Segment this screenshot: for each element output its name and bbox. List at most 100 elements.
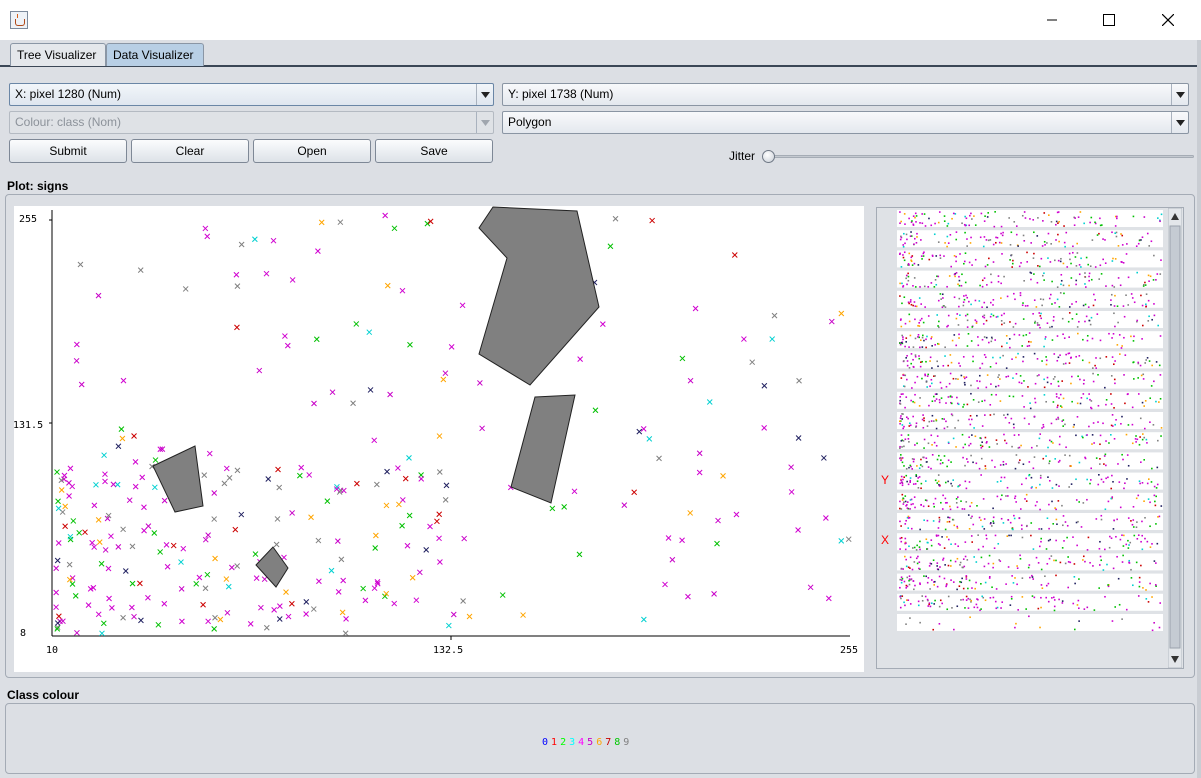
matrix-point [1046,562,1049,565]
data-point [223,465,230,472]
submit-button[interactable]: Submit [9,139,127,163]
matrix-cell[interactable] [897,452,1163,470]
matrix-point [1111,474,1113,477]
matrix-cell[interactable] [897,593,1163,611]
matrix-point [989,366,992,368]
matrix-point [1020,524,1023,527]
x-axis-select[interactable]: X: pixel 1280 (Num) [9,83,494,106]
matrix-point [1117,577,1120,580]
matrix-point [981,306,983,308]
y-axis-select[interactable]: Y: pixel 1738 (Num) [502,83,1189,106]
matrix-point [1012,528,1014,531]
jitter-slider-thumb[interactable] [762,150,775,163]
class-label-3[interactable]: 3 [569,737,575,748]
matrix-point [920,239,922,241]
matrix-point [943,220,946,222]
matrix-point [1076,604,1079,606]
matrix-point [1029,402,1031,404]
data-point [838,310,845,317]
matrix-point [1014,467,1017,470]
matrix-point [964,314,967,317]
scrollbar-thumb[interactable] [1169,225,1181,649]
matrix-point [939,599,942,602]
class-label-9[interactable]: 9 [623,737,629,748]
class-label-0[interactable]: 0 [542,737,548,748]
tab-tree-visualizer[interactable]: Tree Visualizer [10,43,106,66]
data-point [138,617,144,624]
tab-data-visualizer[interactable]: Data Visualizer [106,43,204,66]
scatter-matrix[interactable] [877,208,1167,668]
matrix-point [934,479,937,482]
matrix-point [1043,272,1045,275]
save-button[interactable]: Save [375,139,493,163]
matrix-point [977,336,979,338]
data-point [70,518,77,524]
selection-polygon[interactable] [255,546,289,588]
data-point [477,380,483,386]
jitter-slider[interactable] [768,155,1194,158]
data-point [118,426,125,432]
matrix-point [900,266,903,268]
matrix-cell[interactable] [897,513,1163,530]
class-label-2[interactable]: 2 [560,737,566,748]
matrix-point [988,446,991,448]
close-icon[interactable] [1146,6,1190,34]
matrix-point [1008,338,1011,340]
matrix-cell[interactable] [897,614,1163,631]
matrix-point [909,579,912,581]
class-label-1[interactable]: 1 [551,737,557,748]
chevron-down-icon[interactable] [476,84,493,105]
matrix-cell[interactable] [897,250,1163,268]
scatter-plot-canvas[interactable]: 255 131.5 8 10 132.5 255 [13,206,864,672]
matrix-cell[interactable] [897,311,1163,328]
matrix-point [901,499,904,501]
matrix-point [913,546,916,549]
chevron-down-icon[interactable] [1171,84,1188,105]
matrix-point [1037,607,1040,610]
matrix-point [1084,560,1086,563]
matrix-scrollbar[interactable] [1167,207,1183,669]
matrix-cell[interactable] [897,371,1163,389]
matrix-cell[interactable] [897,432,1163,450]
matrix-cell[interactable] [897,573,1163,591]
class-label-6[interactable]: 6 [596,737,602,748]
class-label-7[interactable]: 7 [605,737,611,748]
data-point [69,581,76,587]
matrix-point [985,239,988,241]
matrix-point [917,477,920,479]
data-point [263,624,270,631]
matrix-point [948,520,951,523]
matrix-cell[interactable] [897,351,1163,369]
maximize-icon[interactable] [1087,6,1131,34]
class-label-4[interactable]: 4 [578,737,584,748]
shape-select[interactable]: Polygon [502,111,1189,134]
matrix-point [1141,304,1144,307]
matrix-point [1158,401,1160,403]
open-button[interactable]: Open [253,139,371,163]
matrix-point [997,542,1000,545]
matrix-point [992,261,995,263]
matrix-point [899,295,901,297]
matrix-cell[interactable] [897,290,1163,308]
matrix-point [1068,486,1070,488]
matrix-point [922,414,924,416]
minimize-icon[interactable] [1030,6,1074,34]
scatter-plot[interactable]: 255 131.5 8 10 132.5 255 [13,206,864,672]
selection-polygon[interactable] [510,394,576,504]
matrix-point [964,443,966,446]
matrix-point [934,279,937,281]
matrix-point [1054,507,1056,509]
chevron-down-icon[interactable] [1171,112,1188,133]
data-point [343,616,349,622]
matrix-point [910,362,913,365]
class-label-8[interactable]: 8 [614,737,620,748]
matrix-point [1121,618,1123,620]
matrix-cell[interactable] [897,492,1163,510]
matrix-point [946,245,948,248]
selection-polygon[interactable] [152,445,204,513]
data-point [73,357,80,364]
matrix-point [924,595,927,598]
class-label-5[interactable]: 5 [587,737,593,748]
matrix-point [1104,595,1106,598]
clear-button[interactable]: Clear [131,139,249,163]
